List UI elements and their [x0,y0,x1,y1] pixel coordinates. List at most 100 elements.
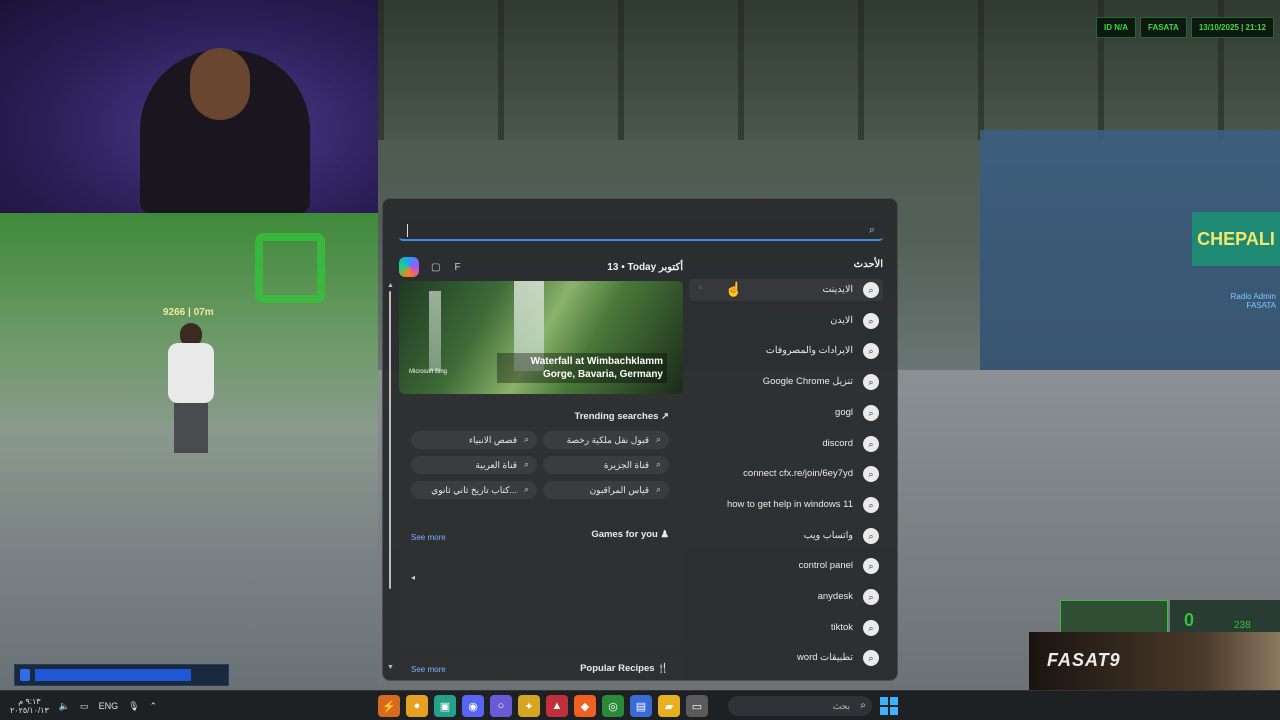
app-icon[interactable]: ✦ [518,695,540,717]
mic-icon[interactable]: 🎙 [128,701,139,712]
copilot-icon[interactable] [399,257,419,277]
taskbar-search[interactable]: بحث ⌕ [728,696,872,716]
chip-label: قبول نقل ملكية رخصة [566,435,649,445]
clock[interactable]: ٩:١٣ م ٢٠٢٥/١٠/١٣ [10,697,49,715]
trending-searches-card: Trending searches ↗ قبول نقل ملكية رخصة ⌕… [399,403,683,511]
recent-item-label: how to get help in windows 11 [726,498,853,510]
trending-title-text: Trending searches [574,411,659,422]
search-input[interactable]: ⌕ [399,221,883,241]
search-icon: ⌕ [523,434,529,444]
recent-search-item[interactable]: Google Chrome تنزيل ⌕ [689,371,883,393]
taskbar: ٩:١٣ م ٢٠٢٥/١٠/١٣ 🔈 ▭ ENG 🎙 ⌃ ⚡ ● ▣ ◉ ○ … [0,690,1280,720]
today-label: 13 • Today أكتوبر [607,261,683,273]
radio-label: Radio Admin FASATA [1231,292,1276,310]
text-caret [407,224,408,237]
chip-label: قناة العربية [475,460,517,470]
app-icon[interactable]: ⚡ [378,695,400,717]
recent-search-item[interactable]: gogl ⌕ [689,402,883,424]
recent-search-item[interactable]: واتساب ويب ⌕ [689,525,883,547]
chrome-icon[interactable]: ◎ [602,695,624,717]
mouse-cursor: ☝ [725,281,743,297]
search-icon: ⌕ [863,589,879,605]
folder-icon[interactable]: ▰ [658,695,680,717]
search-icon: ⌕ [863,374,879,391]
recent-title: الأحدث [853,259,883,270]
win-pane [880,697,888,705]
games-title: Games for you ♟ [591,529,669,540]
wall-logo [255,233,325,303]
discord-icon[interactable]: ◉ [462,695,484,717]
app-icon[interactable]: ▲ [546,695,568,717]
recent-search-item[interactable]: connect cfx.re/join/6ey7yd ⌕ [689,463,883,485]
recipes-card: Popular Recipes 🍴 See more [399,655,683,680]
app-icon[interactable]: ● [406,695,428,717]
recent-search-item[interactable]: discord ⌕ [689,433,883,455]
search-icon: ⌕ [863,404,879,421]
recent-search-item[interactable]: الايدينت ⌕ ▫ [689,279,883,301]
speaker-icon[interactable]: 🔈 [59,701,70,712]
scrollbar-thumb[interactable] [389,291,391,589]
trending-chip[interactable]: قناة العربية ⌕ [411,456,537,474]
ammo-total: 238 [1234,620,1251,631]
search-icon: ⌕ [863,527,879,544]
brand-text: FASAT9 [1047,650,1121,670]
search-icon: ⌕ [523,484,529,494]
recent-search-item[interactable]: tiktok ⌕ [689,617,883,639]
games-title-text: Games for you [591,529,658,540]
win-pane [890,707,898,715]
lang-indicator[interactable]: ENG [99,701,119,711]
recent-item-label: الايدينت [822,284,853,295]
brave-icon[interactable]: ◆ [574,695,596,717]
ammo-counter: 0 238 [1170,600,1280,634]
recent-item-label: tiktok [830,621,853,633]
hud-id: ID N/A [1096,17,1136,38]
recipes-see-more-link[interactable]: See more [411,665,446,674]
scroll-down-icon[interactable]: ▼ [387,664,394,671]
remove-item-icon[interactable]: ▫ [699,283,702,292]
trending-chip[interactable]: قناة الجزيرة ⌕ [543,456,669,474]
store-icon[interactable]: ▤ [630,695,652,717]
games-see-more-link[interactable]: See more [411,533,446,542]
trending-chip[interactable]: قياس المراقبون ⌕ [543,481,669,499]
recent-item-label: واتساب ويب [803,529,853,541]
recipes-title: Popular Recipes 🍴 [580,663,669,674]
app-icon[interactable]: ○ [490,695,512,717]
search-icon: ⌕ [860,700,866,711]
hero-image-card[interactable]: Microsoft Bing Waterfall at Wimbachklamm… [399,281,683,394]
pinned-apps: ⚡ ● ▣ ◉ ○ ✦ ▲ ◆ ◎ ▤ ▰ ▭ [378,695,708,717]
trending-chip[interactable]: قبول نقل ملكية رخصة ⌕ [543,431,669,449]
recent-search-item[interactable]: anydesk ⌕ [689,586,883,608]
rewards-icon[interactable]: ▢ [431,262,440,273]
recent-search-item[interactable]: control panel ⌕ [689,555,883,577]
carousel-prev-icon[interactable]: ◂ [411,573,415,582]
trending-chip[interactable]: قصص الانبياء ⌕ [411,431,537,449]
recent-search-item[interactable]: how to get help in windows 11 ⌕ [689,494,883,516]
app-icon[interactable]: ▣ [434,695,456,717]
clock-time: ٩:١٣ م [18,697,41,706]
hud-name: FASATA [1140,17,1187,38]
health-bar [14,664,229,686]
webcam-feed [0,0,378,213]
player-torso [168,343,214,403]
trending-title: Trending searches ↗ [574,411,669,422]
trending-chip[interactable]: كتاب تاريخ ثاني ثانوي... ⌕ [411,481,537,499]
recent-item-label: Google Chrome تنزيل [762,376,853,388]
system-tray: ٩:١٣ م ٢٠٢٥/١٠/١٣ 🔈 ▭ ENG 🎙 ⌃ [10,691,157,720]
win-pane [890,697,898,705]
profile-button[interactable]: F [454,262,460,273]
recipes-title-text: Popular Recipes [580,663,655,674]
chepali-sign: CHEPALI [1192,212,1280,266]
start-button[interactable] [880,697,898,715]
recent-search-item[interactable]: word تطبيقات ⌕ [689,647,883,669]
taskbar-search-placeholder: بحث [832,701,850,711]
chevron-up-icon[interactable]: ⌃ [150,701,158,712]
recent-search-item[interactable]: الايرادات والمصروفات ⌕ [689,340,883,362]
hud-datetime: 13/10/2025 | 21:12 [1190,17,1274,38]
search-icon: ⌕ [863,343,879,360]
network-icon[interactable]: ▭ [80,701,89,712]
recent-search-item[interactable]: الايدن ⌕ [689,310,883,332]
scroll-up-icon[interactable]: ▲ [387,282,394,289]
search-icon: ⌕ [863,558,879,575]
search-icon: ⌕ [863,435,879,452]
app-icon[interactable]: ▭ [686,695,708,717]
